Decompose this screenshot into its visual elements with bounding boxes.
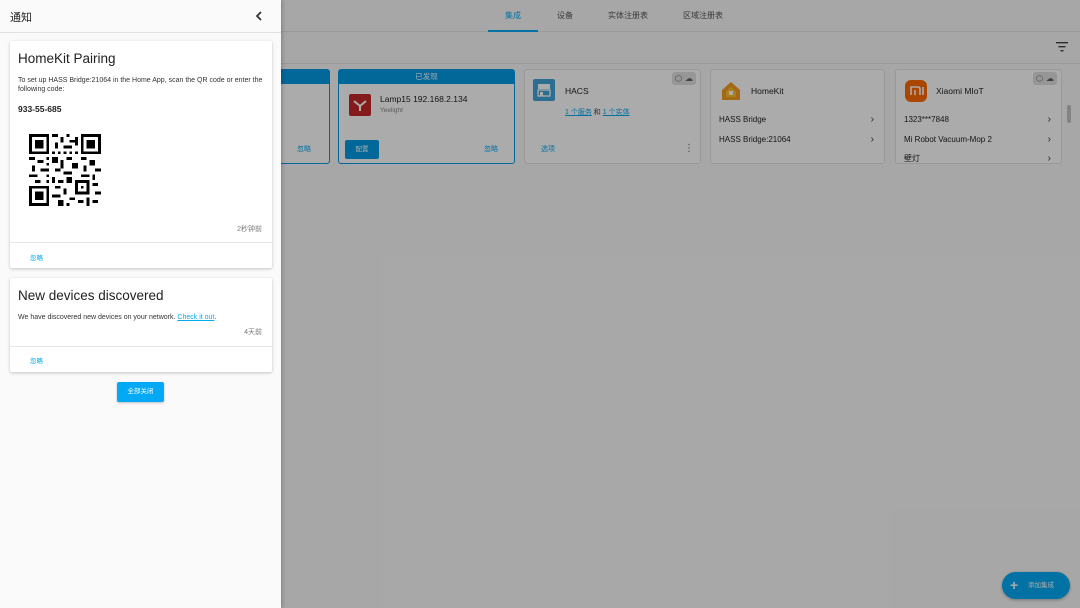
notification-title: HomeKit Pairing — [18, 51, 116, 66]
notification-drawer: 通知 HomeKit Pairing To set up HASS Bridge… — [0, 0, 281, 608]
divider — [10, 242, 272, 243]
notification-card-homekit-pairing: HomeKit Pairing To set up HASS Bridge:21… — [10, 41, 272, 268]
qr-code — [29, 134, 101, 206]
drawer-header: 通知 — [0, 0, 281, 33]
dismiss-all-button[interactable]: 全部关闭 — [117, 382, 164, 402]
notification-timestamp: 2秒钟前 — [237, 226, 262, 233]
pairing-code: 933-55-685 — [18, 104, 62, 114]
notification-card-new-devices: New devices discovered We have discovere… — [10, 278, 272, 372]
notification-timestamp: 4天前 — [244, 329, 262, 336]
notification-body: We have discovered new devices on your n… — [18, 313, 266, 322]
notification-body: To set up HASS Bridge:21064 in the Home … — [18, 77, 263, 93]
check-it-out-link[interactable]: Check it out — [177, 314, 214, 321]
modal-scrim[interactable] — [281, 0, 1080, 608]
notification-body-suffix: . — [214, 314, 217, 321]
dismiss-button[interactable]: 忽略 — [30, 252, 43, 262]
divider — [10, 346, 272, 347]
notification-title: New devices discovered — [18, 288, 164, 303]
chevron-left-icon[interactable] — [253, 9, 265, 23]
dismiss-button[interactable]: 忽略 — [30, 355, 43, 365]
notification-body-text: We have discovered new devices on your n… — [18, 314, 176, 321]
drawer-title: 通知 — [10, 12, 32, 24]
